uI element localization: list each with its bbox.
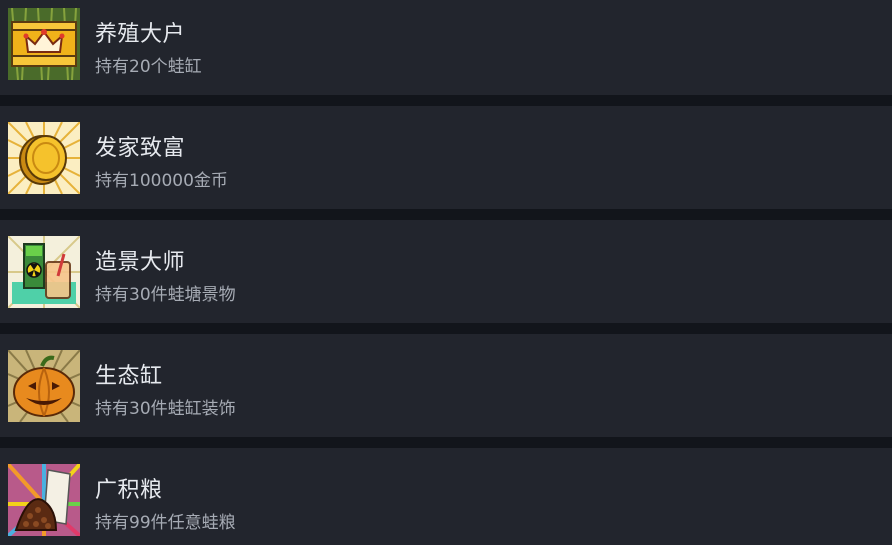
achievement-row[interactable]: 养殖大户 持有20个蛙缸 <box>0 0 892 95</box>
achievement-title: 养殖大户 <box>95 22 186 47</box>
crown-chest-icon <box>8 8 80 80</box>
achievement-row[interactable]: 广积粮 持有99件任意蛙粮 <box>0 448 892 545</box>
achievement-title: 发家致富 <box>95 136 186 161</box>
food-pile-icon <box>8 464 80 536</box>
achievement-row[interactable]: 发家致富 持有100000金币 <box>0 106 892 209</box>
pumpkin-icon <box>8 350 80 422</box>
achievement-row[interactable]: 造景大师 持有30件蛙塘景物 <box>0 220 892 323</box>
achievement-description: 持有99件任意蛙粮 <box>95 513 236 533</box>
achievement-list: 养殖大户 持有20个蛙缸 发家致富 持有100000金币 造景大师 持有30件蛙… <box>0 0 892 545</box>
gold-coin-icon <box>8 122 80 194</box>
achievement-row[interactable]: 生态缸 持有30件蛙缸装饰 <box>0 334 892 437</box>
achievement-description: 持有20个蛙缸 <box>95 57 202 77</box>
achievement-description: 持有100000金币 <box>95 171 228 191</box>
achievement-title: 生态缸 <box>95 364 163 389</box>
achievement-description: 持有30件蛙缸装饰 <box>95 399 236 419</box>
achievement-description: 持有30件蛙塘景物 <box>95 285 236 305</box>
achievement-title: 造景大师 <box>95 250 186 275</box>
achievement-title: 广积粮 <box>95 478 163 503</box>
aquarium-decor-icon <box>8 236 80 308</box>
